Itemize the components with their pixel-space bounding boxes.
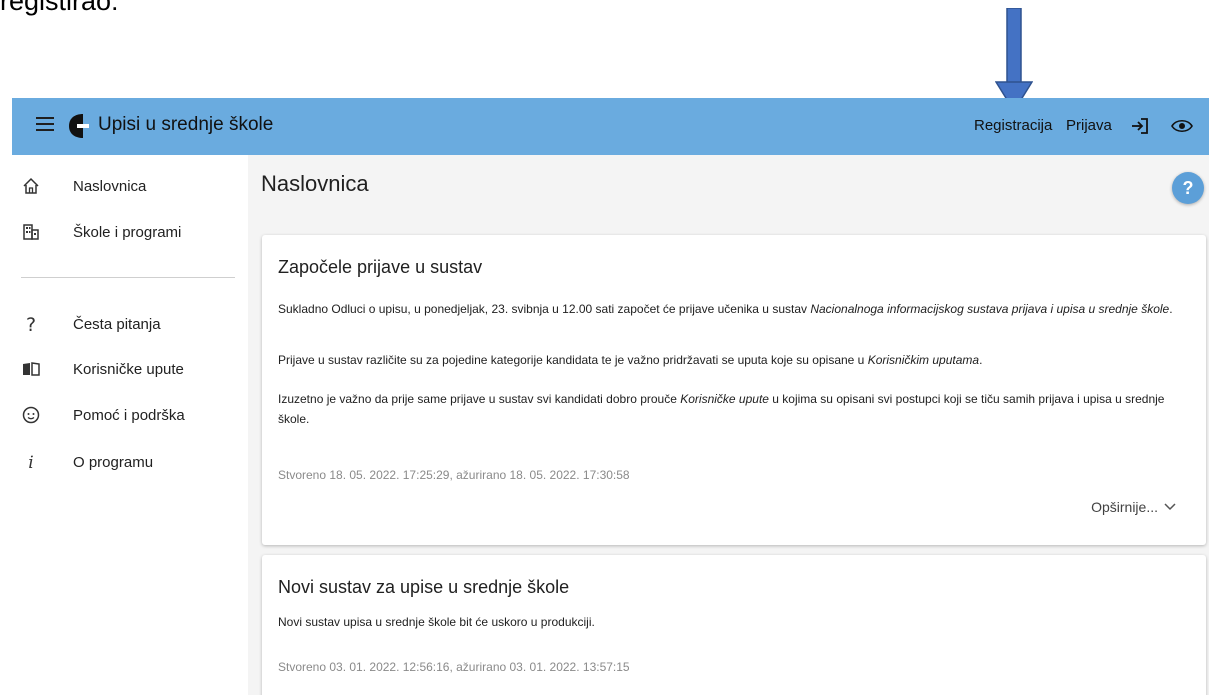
support-face-icon [22, 406, 40, 424]
down-arrow-annotation [995, 8, 1033, 112]
card-timestamp: Stvoreno 18. 05. 2022. 17:25:29, ažurira… [278, 468, 630, 482]
svg-text:?: ? [26, 315, 36, 333]
paragraph-text: . [979, 353, 983, 367]
sidebar-nav: Naslovnica Škole i programi ? Česta pita… [0, 155, 248, 695]
sidebar-item-korisnicke-upute[interactable]: Korisničke upute [0, 354, 248, 384]
svg-text:i: i [28, 453, 33, 471]
home-icon [23, 177, 39, 194]
news-card: Novi sustav za upise u srednje škole Nov… [262, 555, 1206, 695]
paragraph-emphasis: Korisničkim uputama [867, 353, 980, 367]
news-card: Započele prijave u sustav Sukladno Odluc… [262, 235, 1206, 545]
book-icon [23, 362, 40, 376]
building-icon [23, 224, 39, 240]
paragraph-text: Prijave u sustav različite su za pojedin… [278, 353, 868, 367]
paragraph-text: Izuzetno je važno da prije same prijave … [278, 392, 681, 406]
help-button[interactable]: ? [1172, 172, 1204, 204]
menu-icon[interactable] [36, 117, 54, 133]
sidebar-item-o-programu[interactable]: i O programu [0, 447, 248, 477]
page-title: Naslovnica [261, 171, 369, 196]
sidebar-item-label: Korisničke upute [73, 360, 184, 378]
main-content: Naslovnica ? Započele prijave u sustav S… [248, 155, 1209, 695]
app-title[interactable]: Upisi u srednje škole [98, 114, 273, 136]
card-title: Novi sustav za upise u srednje škole [278, 577, 570, 597]
chevron-down-icon [1164, 503, 1176, 511]
sidebar-item-cesta-pitanja[interactable]: ? Česta pitanja [0, 309, 248, 339]
paragraph-emphasis: Korisničke upute [680, 392, 769, 406]
sidebar-item-label: Česta pitanja [73, 315, 161, 333]
card-title: Započele prijave u sustav [278, 257, 483, 277]
sidebar-divider [21, 277, 235, 278]
read-more-label: Opširnije... [1091, 499, 1158, 515]
sidebar-item-label: Pomoć i podrška [73, 406, 185, 424]
app-header: Upisi u srednje škole Registracija Prija… [12, 98, 1209, 155]
question-icon: ? [26, 315, 36, 333]
card-timestamp: Stvoreno 03. 01. 2022. 12:56:16, ažurira… [278, 660, 630, 674]
sidebar-item-label: Naslovnica [73, 177, 147, 195]
sidebar-item-label: O programu [73, 453, 154, 471]
card-paragraph: Izuzetno je važno da prije same prijave … [278, 389, 1196, 429]
sidebar-item-skole-i-programi[interactable]: Škole i programi [0, 217, 248, 247]
eye-icon[interactable] [1171, 117, 1193, 135]
read-more-button[interactable]: Opširnije... [1091, 499, 1176, 515]
info-icon: i [28, 453, 33, 471]
caption-text: registirao: [0, 0, 119, 16]
login-icon[interactable] [1130, 116, 1150, 136]
logo-icon[interactable] [67, 113, 89, 139]
login-link[interactable]: Prijava [1066, 117, 1112, 134]
sidebar-item-pomoc-i-podrska[interactable]: Pomoć i podrška [0, 400, 248, 430]
sidebar-item-naslovnica[interactable]: Naslovnica [0, 171, 248, 201]
sidebar-item-label: Škole i programi [73, 223, 182, 241]
paragraph-emphasis: Nacionalnoga informacijskog sustava prij… [810, 302, 1170, 316]
paragraph-text: Sukladno Odluci o upisu, u ponedjeljak, … [278, 302, 811, 316]
card-paragraph: Sukladno Odluci o upisu, u ponedjeljak, … [278, 299, 1196, 319]
paragraph-text: . [1169, 302, 1173, 316]
register-link[interactable]: Registracija [974, 117, 1052, 134]
card-paragraph: Prijave u sustav različite su za pojedin… [278, 350, 1196, 370]
card-paragraph: Novi sustav upisa u srednje škole bit će… [278, 615, 595, 629]
